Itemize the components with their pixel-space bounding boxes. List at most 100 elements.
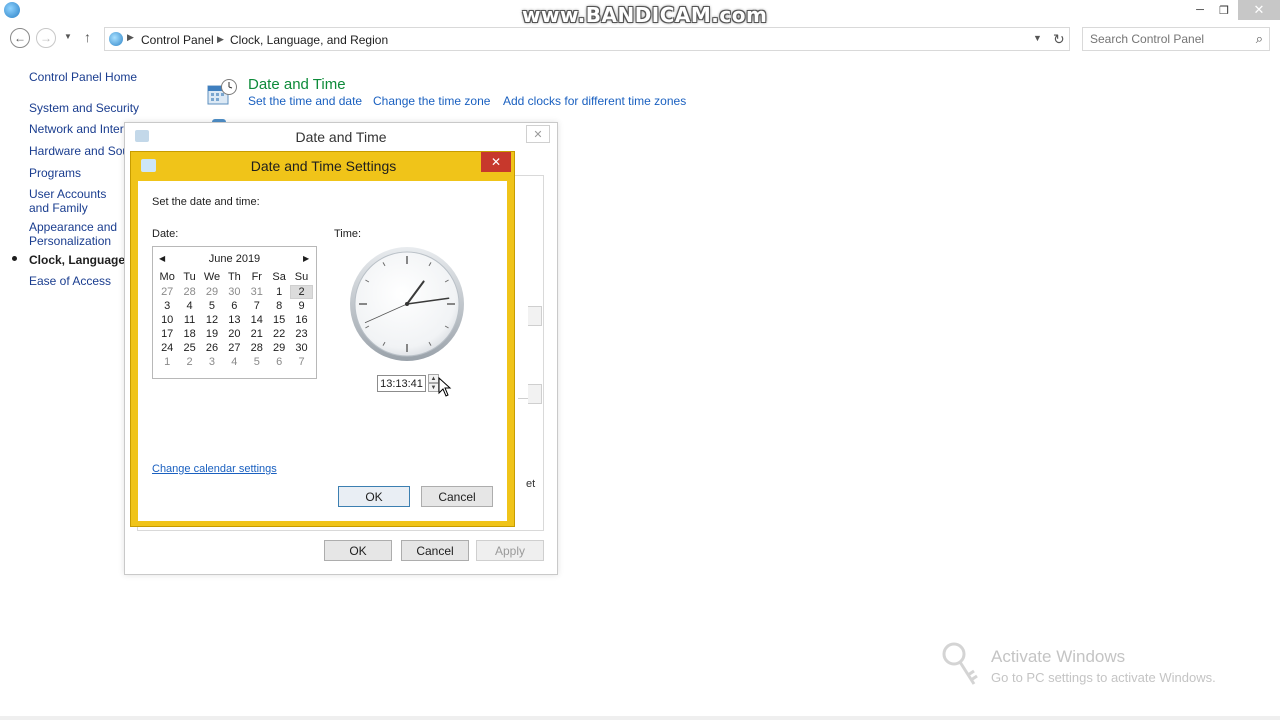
back-button[interactable]: ← [10, 28, 30, 48]
calendar-day[interactable]: 22 [268, 327, 290, 341]
calendar-day[interactable]: 3 [201, 355, 223, 369]
calendar-day[interactable]: 31 [246, 285, 268, 299]
time-input[interactable] [377, 375, 426, 392]
dialog-title: Date and Time [295, 129, 387, 145]
calendar-day[interactable]: 17 [156, 327, 178, 341]
weekday-header: Mo [159, 271, 175, 283]
search-input[interactable] [1083, 28, 1253, 50]
calendar-day[interactable]: 25 [178, 341, 200, 355]
forward-arrow-icon: → [40, 31, 52, 45]
sidebar-item-system-security[interactable]: System and Security [29, 101, 139, 115]
change-date-button-edge[interactable] [528, 306, 542, 326]
calendar-day[interactable]: 27 [156, 285, 178, 299]
calendar-day[interactable]: 20 [223, 327, 245, 341]
calendar-day[interactable]: 7 [246, 299, 268, 313]
add-clocks-link[interactable]: Add clocks for different time zones [503, 94, 686, 108]
change-calendar-settings-link[interactable]: Change calendar settings [152, 463, 277, 475]
calendar-day[interactable]: 1 [156, 355, 178, 369]
analog-clock [350, 247, 464, 361]
calendar-day[interactable]: 10 [156, 313, 178, 327]
change-timezone-button-edge[interactable] [528, 384, 542, 404]
breadcrumb-clock-language-region[interactable]: Clock, Language, and Region [230, 33, 388, 47]
activate-windows-title: Activate Windows [991, 647, 1126, 666]
close-window-button[interactable]: ✕ [1238, 0, 1280, 20]
control-panel-icon [4, 2, 20, 18]
calendar-day[interactable]: 15 [268, 313, 290, 327]
restore-button[interactable]: ❐ [1212, 0, 1236, 20]
sidebar-item-network-internet[interactable]: Network and Internet [29, 122, 125, 136]
set-time-date-link[interactable]: Set the time and date [248, 94, 362, 108]
sidebar-item-hardware-sound[interactable]: Hardware and Sound [29, 144, 125, 158]
calendar-day[interactable]: 27 [223, 341, 245, 355]
calendar-day[interactable]: 19 [201, 327, 223, 341]
calendar-day[interactable]: 13 [223, 313, 245, 327]
cancel-button[interactable]: Cancel [401, 540, 469, 561]
cancel-button[interactable]: Cancel [421, 486, 493, 507]
calendar-day[interactable]: 3 [156, 299, 178, 313]
recent-locations-button[interactable]: ▼ [64, 32, 72, 41]
calendar-day[interactable]: 4 [223, 355, 245, 369]
sidebar-item-clock-language-region[interactable]: Clock, Language, and Region [29, 253, 125, 267]
calendar-day[interactable]: 4 [178, 299, 200, 313]
taskbar-edge [0, 716, 1280, 720]
up-button[interactable]: ↑ [84, 29, 91, 45]
search-icon[interactable]: ⌕ [1256, 31, 1263, 47]
calendar-day[interactable]: 16 [290, 313, 312, 327]
ok-button[interactable]: OK [338, 486, 410, 507]
calendar[interactable]: ◀ June 2019 ▶ Mo Tu We Th Fr Sa Su 27 28 29 30 31 1 2… [152, 246, 317, 379]
instruction-text: Set the date and time: [152, 196, 260, 208]
calendar-day[interactable]: 28 [178, 285, 200, 299]
weekday-header: Tu [183, 271, 196, 283]
calendar-day[interactable]: 9 [290, 299, 312, 313]
key-icon [942, 642, 978, 685]
minimize-button[interactable]: ─ [1188, 0, 1212, 20]
sidebar-item-ease-of-access[interactable]: Ease of Access [29, 274, 129, 288]
calendar-day[interactable]: 18 [178, 327, 200, 341]
calendar-day[interactable]: 1 [268, 285, 290, 299]
next-month-icon[interactable]: ▶ [303, 254, 309, 263]
calendar-day[interactable]: 30 [223, 285, 245, 299]
calendar-day[interactable]: 29 [268, 341, 290, 355]
calendar-day[interactable]: 29 [201, 285, 223, 299]
calendar-day[interactable]: 28 [246, 341, 268, 355]
refresh-button[interactable]: ↻ [1053, 31, 1065, 48]
calendar-day[interactable]: 5 [201, 299, 223, 313]
sidebar-item-control-panel-home[interactable]: Control Panel Home [29, 70, 149, 84]
calendar-day[interactable]: 5 [246, 355, 268, 369]
dialog-body: Set the date and time: Date: Time: ◀ Jun… [138, 181, 507, 521]
close-icon[interactable]: ✕ [481, 152, 511, 172]
calendar-day[interactable]: 30 [290, 341, 312, 355]
calendar-day-selected[interactable]: 2 [290, 285, 313, 299]
weekday-header: Th [227, 271, 241, 283]
sidebar-item-appearance[interactable]: Appearance and Personalization [29, 220, 125, 248]
sidebar-item-user-accounts[interactable]: User Accounts and Family Safety [29, 187, 125, 215]
address-dropdown-button[interactable]: ▼ [1033, 33, 1042, 43]
change-time-zone-link[interactable]: Change the time zone [373, 94, 490, 108]
calendar-day[interactable]: 23 [290, 327, 312, 341]
calendar-day[interactable]: 14 [246, 313, 268, 327]
breadcrumb-control-panel[interactable]: Control Panel [141, 33, 214, 47]
breadcrumb-separator[interactable]: ▶ [127, 32, 134, 43]
calendar-day[interactable]: 24 [156, 341, 178, 355]
ok-button[interactable]: OK [324, 540, 392, 561]
active-item-bullet [12, 256, 17, 261]
calendar-day[interactable]: 21 [246, 327, 268, 341]
close-icon[interactable]: ✕ [526, 125, 550, 143]
calendar-day[interactable]: 6 [223, 299, 245, 313]
calendar-day[interactable]: 2 [178, 355, 200, 369]
sidebar-item-programs[interactable]: Programs [29, 166, 129, 180]
breadcrumb-separator[interactable]: ▶ [217, 34, 224, 45]
apply-button[interactable]: Apply [476, 540, 544, 561]
calendar-month-title[interactable]: June 2019 [153, 253, 316, 265]
calendar-day[interactable]: 7 [290, 355, 312, 369]
calendar-day[interactable]: 26 [201, 341, 223, 355]
calendar-day[interactable]: 6 [268, 355, 290, 369]
calendar-day[interactable]: 8 [268, 299, 290, 313]
address-bar[interactable]: ▶ Control Panel ▶ Clock, Language, and R… [104, 27, 1070, 51]
time-label: Time: [334, 228, 362, 240]
calendar-day[interactable]: 11 [178, 313, 200, 327]
calendar-day[interactable]: 12 [201, 313, 223, 327]
forward-button[interactable]: → [36, 28, 56, 48]
date-time-heading[interactable]: Date and Time [248, 76, 346, 93]
search-box[interactable]: ⌕ [1082, 27, 1270, 51]
